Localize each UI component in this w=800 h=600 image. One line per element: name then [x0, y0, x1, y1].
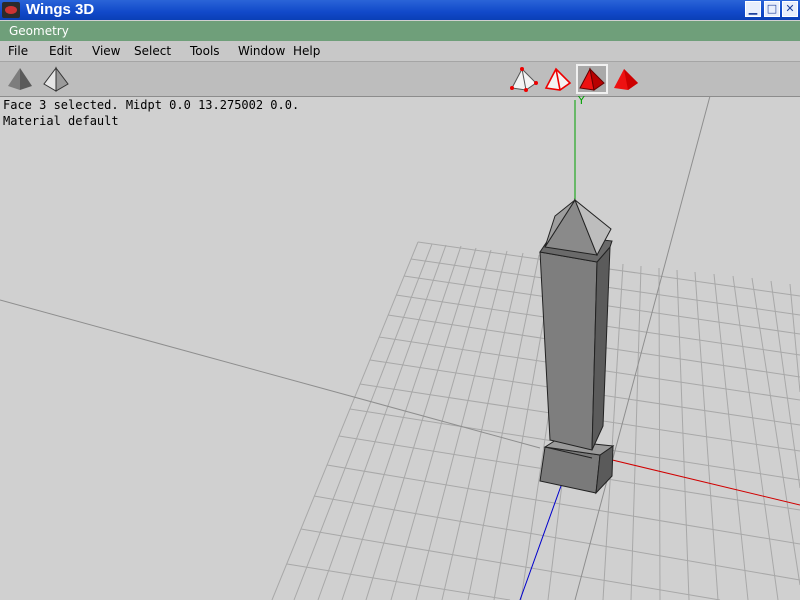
maximize-button[interactable]: □ [764, 1, 780, 17]
menu-tools[interactable]: Tools [190, 41, 220, 61]
menu-select[interactable]: Select [134, 41, 171, 61]
menu-help[interactable]: Help [293, 41, 320, 61]
minimize-button[interactable]: ▁ [745, 1, 761, 17]
menu-view[interactable]: View [92, 41, 120, 61]
title-bar: Wings 3D ▁ □ ✕ [0, 0, 800, 20]
face-select-icon[interactable] [576, 64, 608, 94]
3d-viewport[interactable]: Y [0, 96, 800, 600]
y-axis-label: Y [577, 96, 585, 107]
ground-grid [271, 241, 800, 600]
selection-status: Face 3 selected. Midpt 0.0 13.275002 0.0… [3, 98, 300, 112]
menu-file[interactable]: File [8, 41, 28, 61]
menu-window[interactable]: Window [238, 41, 285, 61]
app-icon[interactable] [2, 2, 20, 18]
smooth-shaded-icon[interactable] [4, 64, 36, 94]
vertex-select-icon[interactable] [508, 64, 540, 94]
obelisk-model[interactable] [539, 198, 615, 495]
status-info: Face 3 selected. Midpt 0.0 13.275002 0.0… [3, 97, 299, 129]
geometry-window-bar: Geometry [0, 21, 800, 41]
material-status: Material default [3, 114, 119, 128]
wireframe-icon[interactable] [40, 64, 72, 94]
body-select-icon[interactable] [610, 64, 642, 94]
menu-bar: File Edit View Select Tools Window Help [0, 41, 800, 62]
geometry-label: Geometry [9, 24, 69, 38]
toolbar [0, 62, 800, 97]
close-button[interactable]: ✕ [782, 1, 798, 17]
menu-edit[interactable]: Edit [49, 41, 72, 61]
window-title: Wings 3D [26, 1, 95, 18]
edge-select-icon[interactable] [542, 64, 574, 94]
